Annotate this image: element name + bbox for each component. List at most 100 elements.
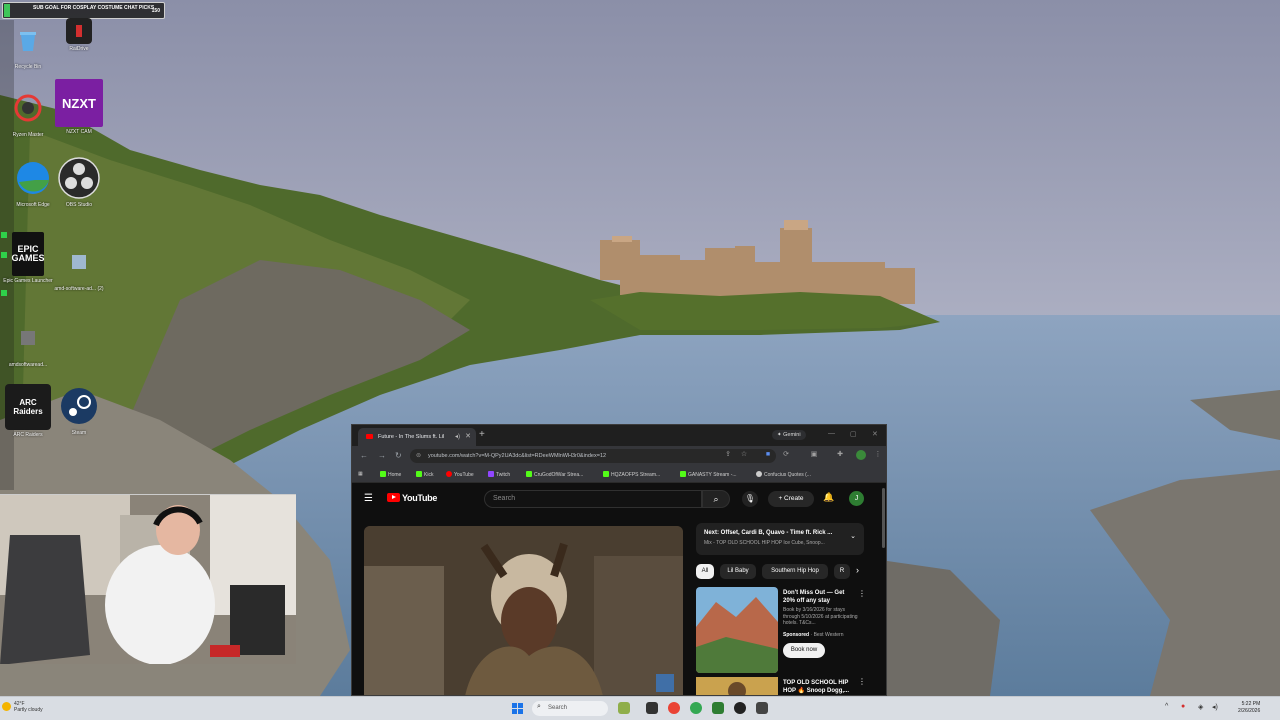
chip-southern-hip-hop[interactable]: Southern Hip Hop [762,564,828,579]
forward-icon[interactable]: → [378,451,386,460]
extensions-puzzle-icon[interactable]: ✚ [836,451,844,459]
minimize-button[interactable]: — [828,430,835,437]
extension-icon[interactable]: ■ [764,451,772,459]
desktop-icon-arc-raiders[interactable]: ARC Raiders ARC Raiders [0,384,56,438]
close-window-button[interactable]: ✕ [872,430,878,438]
amd-installer-icon [6,316,50,360]
address-bar[interactable]: ⊜ youtube.com/watch?v=M-QPy2UA3dc&list=R… [410,449,776,463]
sub-goal-bar: SUB GOAL FOR COSPLAY COSTUME CHAT PICKS … [2,2,165,19]
bookmark-kick[interactable]: Kick [416,471,433,478]
more-options-icon[interactable]: ⋮ [858,589,866,598]
new-tab-button[interactable]: + [479,429,485,440]
bookmarks-bar: ▦ Home Kick YouTube Twitch CruGodOfWar S… [352,466,886,483]
up-next-title: Next: Offset, Cardi B, Quavo - Time ft. … [704,530,833,536]
scrollbar[interactable] [882,488,885,548]
chrome-icon[interactable] [668,702,680,714]
recommended-video[interactable]: TOP OLD SCHOOL HIP HOP 🔥 Snoop Dogg,... … [696,677,866,695]
hamburger-menu-icon[interactable]: ☰ [364,493,373,504]
widgets-app-icon[interactable] [618,702,630,714]
search-icon[interactable]: ⌕ [702,490,730,508]
bookmark-star-icon[interactable]: ☆ [740,451,748,459]
bookmark-youtube[interactable]: YouTube [446,471,474,478]
weather-widget[interactable]: 42°F Partly cloudy [2,701,43,713]
desktop-icon-nzxt-cam[interactable]: NZXT NZXT CAM [51,79,107,135]
twitch-icon [488,471,494,477]
up-next-panel[interactable]: Next: Offset, Cardi B, Quavo - Time ft. … [696,523,864,555]
gemini-button[interactable]: ✦ Gemini [772,430,806,440]
desktop-icon-steam[interactable]: Steam [51,384,107,436]
site-info-icon[interactable]: ⊜ [416,452,421,459]
chip-lil-baby[interactable]: Lil Baby [720,564,756,579]
task-view-icon[interactable] [646,702,658,714]
microphone-icon[interactable]: 🎙 [742,491,758,507]
chevron-right-icon[interactable]: › [856,565,859,575]
maximize-button[interactable]: ▢ [850,430,857,438]
chip-all[interactable]: All [696,564,714,579]
chip-r[interactable]: R [834,564,850,579]
bookmark-hqzaofps[interactable]: HQZAOFPS Stream... [603,471,660,478]
close-tab-icon[interactable]: ✕ [465,432,471,440]
book-now-button[interactable]: Book now [783,643,825,658]
video-player[interactable] [364,526,683,695]
desktop-icon-obs[interactable]: OBS Studio [51,156,107,208]
browser-toolbar: ← → ↻ ⊜ youtube.com/watch?v=M-QPy2UA3dc&… [352,446,886,466]
youtube-logo[interactable]: YouTube [387,493,437,503]
browser-window[interactable]: Future - In The Slums ft. Lil ◂) ✕ + ✦ G… [351,424,887,696]
bookmark-home[interactable]: Home [380,471,401,478]
desktop-icon-recycle-bin[interactable]: Recycle Bin [0,18,56,70]
chevron-down-icon[interactable]: ⌄ [850,532,856,540]
sponsored-ad[interactable]: Don't Miss Out — Get 20% off any stay Bo… [696,587,866,673]
bookmark-ganasty[interactable]: GANASTY Stream -... [680,471,737,478]
ad-sponsor-line: Sponsored · Best Western [783,632,844,638]
back-icon[interactable]: ← [360,451,368,460]
youtube-page: ☰ YouTube Search ⌕ 🎙 + Create 🔔 J Next: … [352,483,886,695]
tab-youtube-video[interactable]: Future - In The Slums ft. Lil ◂) ✕ [358,428,476,446]
desktop-icon-raidrive[interactable]: RaiDrive [51,18,107,52]
bookmark-crugodofwar[interactable]: CruGodOfWar Strea... [526,471,583,478]
chevron-up-icon[interactable]: ^ [1165,703,1168,710]
youtube-favicon-icon [366,434,373,439]
taskbar: 42°F Partly cloudy ⌕ Search ^ ● ◈ ◂) 5:2… [0,696,1280,720]
apps-grid-icon[interactable]: ▦ [358,471,363,477]
chrome-profile-icon[interactable] [690,702,702,714]
bookmark-confucius[interactable]: Confucius Quotes (... [756,471,811,478]
sidebar-icon[interactable]: ▣ [810,451,818,459]
ad-description: Book by 3/16/2026 for stays through 5/10… [783,607,858,626]
amd-software-icon [57,240,101,284]
app-taskbar-icon[interactable] [756,702,768,714]
menu-icon[interactable]: ⋮ [874,451,882,459]
edge-icon [11,156,55,200]
speaker-icon[interactable]: ◂) [455,433,460,440]
sync-icon[interactable]: ⟳ [782,451,790,459]
network-icon[interactable]: ◈ [1198,703,1203,711]
start-button[interactable] [512,703,523,714]
clock[interactable]: 5:22 PM 2/26/2026 [1238,701,1260,715]
goal-count: 150 [151,8,160,14]
more-options-icon[interactable]: ⋮ [858,677,866,686]
reload-icon[interactable]: ↻ [395,451,402,460]
goal-text: SUB GOAL FOR COSPLAY COSTUME CHAT PICKS [33,5,155,11]
notifications-bell-icon[interactable]: 🔔 [823,492,834,503]
epic-games-icon: EPIC GAMES [12,232,45,276]
obs-taskbar-icon[interactable] [734,702,746,714]
volume-icon[interactable]: ◂) [1212,703,1218,711]
tray-app-icon[interactable]: ● [1181,703,1185,710]
xbox-icon[interactable] [712,702,724,714]
globe-icon [756,471,762,477]
youtube-play-icon [387,493,400,502]
desktop-icon-ryzen-master[interactable]: Ryzen Master [0,86,56,138]
youtube-search-input[interactable]: Search [484,490,702,508]
ad-title: Don't Miss Out — Get 20% off any stay [783,590,845,604]
youtube-avatar[interactable]: J [849,491,864,506]
taskbar-search[interactable]: ⌕ Search [532,701,608,716]
install-app-icon[interactable]: ⇪ [724,451,732,459]
desktop-icon-amd-installer[interactable]: amdsoftwaread... [0,316,56,368]
video-thumbnail[interactable] [696,677,778,695]
desktop-icon-epic-games[interactable]: EPIC GAMES Epic Games Launcher [0,232,56,284]
bookmark-twitch[interactable]: Twitch [488,471,510,478]
create-button[interactable]: + Create [768,491,814,507]
desktop-icon-amd-software[interactable]: amd-software-ad... (2) [51,240,107,292]
ad-thumbnail[interactable] [696,587,778,673]
profile-avatar[interactable] [856,450,866,460]
webcam-feed [0,494,296,664]
